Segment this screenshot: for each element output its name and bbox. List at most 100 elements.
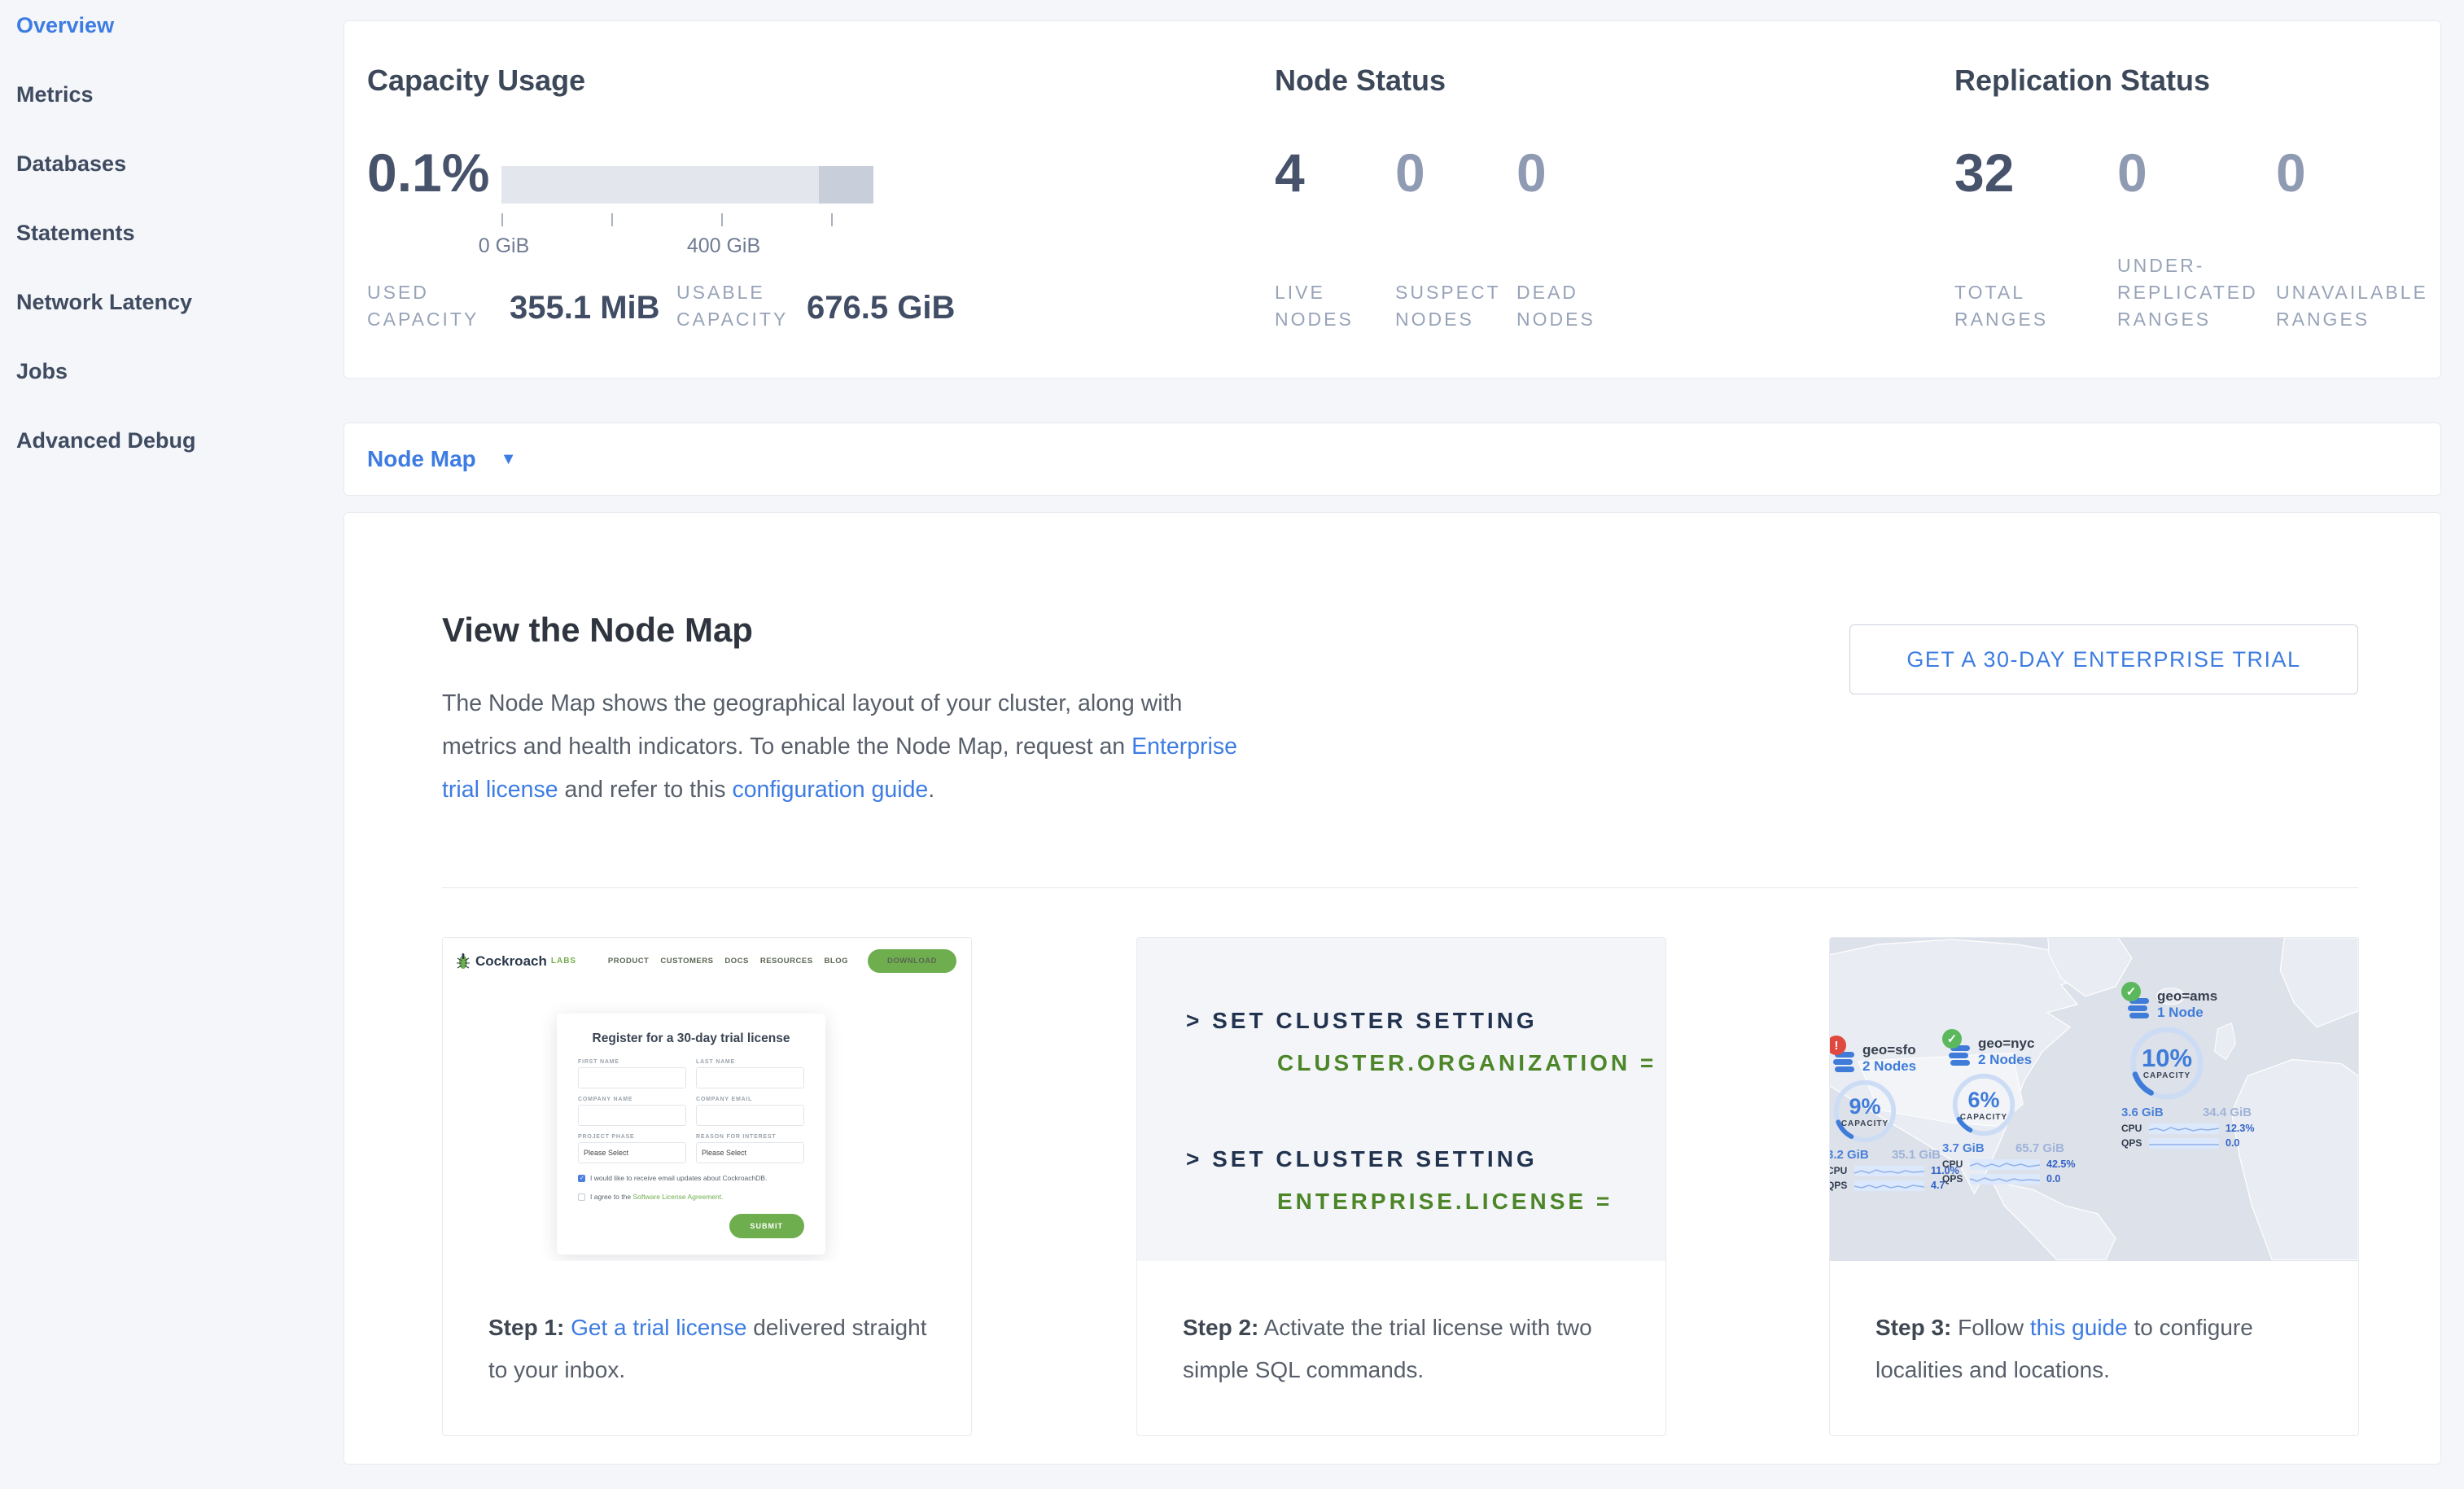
sql-arg-1: CLUSTER.ORGANIZATION =: [1277, 1050, 1665, 1076]
replication-status-title: Replication Status: [1954, 64, 2210, 98]
mini-nav-customers: CUSTOMERS: [660, 957, 713, 966]
reason-label: REASON FOR INTEREST: [696, 1134, 804, 1140]
sidebar-item-metrics[interactable]: Metrics: [16, 82, 326, 107]
project-phase-label: PROJECT PHASE: [578, 1134, 686, 1140]
page-title: View the Node Map: [442, 611, 753, 650]
sidebar-item-advanced-debug[interactable]: Advanced Debug: [16, 428, 326, 453]
mini-site-header: Cockroach LABS PRODUCT CUSTOMERS DOCS RE…: [443, 938, 971, 973]
company-email-label: COMPANY EMAIL: [696, 1097, 804, 1102]
capacity-percent: 6%: [1967, 1088, 1999, 1111]
license-agreement-checkbox: [578, 1193, 585, 1201]
qps-sparkline: [1854, 1180, 1924, 1191]
get-trial-license-link[interactable]: Get a trial license: [571, 1315, 746, 1340]
used-gib: 3.6 GiB: [2121, 1106, 2164, 1119]
section-divider: [442, 887, 2358, 888]
last-name-label: LAST NAME: [696, 1059, 804, 1065]
used-gib: 3.2 GiB: [1830, 1148, 1869, 1162]
node-map-dropdown[interactable]: Node Map ▼: [367, 446, 517, 472]
project-phase-select: Please Select: [578, 1142, 686, 1163]
email-updates-checkbox: [578, 1175, 585, 1182]
locality-ams: ✓ geo=ams 1 Node: [2121, 988, 2284, 1149]
company-email-field: [696, 1105, 804, 1126]
sidebar-item-network-latency[interactable]: Network Latency: [16, 290, 326, 315]
total-gib: 34.4 GiB: [2203, 1106, 2252, 1119]
mini-site-brand-suffix: LABS: [551, 957, 576, 966]
email-updates-text: I would like to receive email updates ab…: [590, 1174, 767, 1182]
sidebar-item-statements[interactable]: Statements: [16, 221, 326, 246]
first-name-field: [578, 1067, 686, 1088]
node-map-dropdown-label: Node Map: [367, 446, 476, 472]
capacity-axis-tick: [831, 213, 833, 226]
qps-label: QPS: [1830, 1180, 1854, 1191]
used-gib: 3.7 GiB: [1942, 1141, 1985, 1155]
capacity-axis-label-400: 400 GiB: [687, 234, 760, 258]
suspect-nodes-label: SUSPECT NODES: [1395, 279, 1501, 333]
capacity-used-percent: 0.1%: [367, 142, 489, 204]
live-nodes-label: LIVE NODES: [1275, 279, 1372, 333]
content-area: Capacity Usage 0.1% 0 GiB 400 GiB USED C…: [344, 0, 2441, 1465]
capacity-caption: CAPACITY: [1960, 1113, 2007, 1122]
reason-select: Please Select: [696, 1142, 804, 1163]
node-status-title: Node Status: [1275, 64, 1446, 98]
node-map-onboarding-panel: View the Node Map The Node Map shows the…: [344, 512, 2441, 1465]
capacity-axis-label-0: 0 GiB: [479, 234, 530, 258]
description-text: .: [928, 777, 934, 803]
configuration-guide-link[interactable]: configuration guide: [732, 777, 928, 803]
sql-command-1: > SET CLUSTER SETTING: [1186, 1008, 1665, 1034]
cpu-label: CPU: [2121, 1123, 2149, 1134]
description-text: The Node Map shows the geographical layo…: [442, 690, 1182, 760]
capacity-axis-tick: [501, 213, 503, 226]
trial-license-form: Register for a 30-day trial license FIRS…: [557, 1014, 825, 1255]
step3-card: ! geo=sfo 2 Nodes: [1829, 937, 2359, 1436]
last-name-field: [696, 1067, 804, 1088]
step1-screenshot: Cockroach LABS PRODUCT CUSTOMERS DOCS RE…: [443, 938, 971, 1261]
locality-nyc: ✓ geo=nyc 2 Nodes: [1942, 1036, 2089, 1185]
capacity-axis-tick: [721, 213, 723, 226]
capacity-axis-tick: [611, 213, 613, 226]
cpu-value: 42.5%: [2046, 1158, 2075, 1170]
step2-label: Step 2:: [1183, 1315, 1258, 1340]
sidebar-item-overview[interactable]: Overview: [16, 13, 326, 38]
unavailable-label: UNAVAILABLE RANGES: [2276, 279, 2422, 333]
cpu-label: CPU: [1942, 1158, 1970, 1170]
mini-nav-resources: RESOURCES: [760, 957, 813, 966]
capacity-caption: CAPACITY: [1841, 1119, 1888, 1128]
total-gib: 35.1 GiB: [1892, 1148, 1941, 1162]
this-guide-link[interactable]: this guide: [2030, 1315, 2128, 1340]
capacity-bar: [501, 166, 873, 204]
description-text: and refer to this: [558, 777, 733, 803]
used-capacity-label: USED CAPACITY: [367, 279, 497, 333]
dead-nodes-label: DEAD NODES: [1516, 279, 1614, 333]
qps-sparkline: [1970, 1174, 2040, 1185]
capacity-gauge: 10% CAPACITY: [2128, 1024, 2206, 1102]
mini-nav-docs: DOCS: [724, 957, 748, 966]
live-nodes-value: 4: [1275, 142, 1305, 204]
cpu-value: 12.3%: [2225, 1123, 2254, 1134]
used-capacity-value: 355.1 MiB: [510, 290, 660, 326]
suspect-nodes-value: 0: [1395, 142, 1425, 204]
step3-caption: Step 3: Follow this guide to configure l…: [1830, 1261, 2358, 1391]
step1-label: Step 1:: [488, 1315, 564, 1340]
sidebar: Overview Metrics Databases Statements Ne…: [16, 13, 326, 497]
license-agreement-text: I agree to the Software License Agreemen…: [590, 1193, 724, 1201]
sidebar-item-jobs[interactable]: Jobs: [16, 359, 326, 384]
mini-nav-blog: BLOG: [825, 957, 848, 966]
step3-label: Step 3:: [1875, 1315, 1951, 1340]
sql-arg-2: ENTERPRISE.LICENSE =: [1277, 1189, 1665, 1215]
sidebar-item-databases[interactable]: Databases: [16, 151, 326, 177]
first-name-label: FIRST NAME: [578, 1059, 686, 1065]
locality-name: geo=sfo: [1862, 1042, 1916, 1058]
capacity-percent: 9%: [1849, 1095, 1880, 1118]
mini-site-nav: PRODUCT CUSTOMERS DOCS RESOURCES BLOG DO…: [608, 949, 956, 973]
healthy-badge-icon: ✓: [2121, 982, 2141, 1001]
form-title: Register for a 30-day trial license: [578, 1031, 804, 1046]
enterprise-trial-button[interactable]: GET A 30-DAY ENTERPRISE TRIAL: [1849, 624, 2358, 694]
locality-name: geo=nyc: [1978, 1036, 2034, 1052]
sql-command-2: > SET CLUSTER SETTING: [1186, 1146, 1665, 1172]
capacity-gauge: 6% CAPACITY: [1950, 1071, 2017, 1138]
step1-card: Cockroach LABS PRODUCT CUSTOMERS DOCS RE…: [442, 937, 972, 1436]
capacity-gauge: 9% CAPACITY: [1832, 1078, 1898, 1145]
qps-value: 0.0: [2046, 1173, 2060, 1185]
step1-caption: Step 1: Get a trial license delivered st…: [443, 1261, 971, 1391]
mini-nav-product: PRODUCT: [608, 957, 649, 966]
